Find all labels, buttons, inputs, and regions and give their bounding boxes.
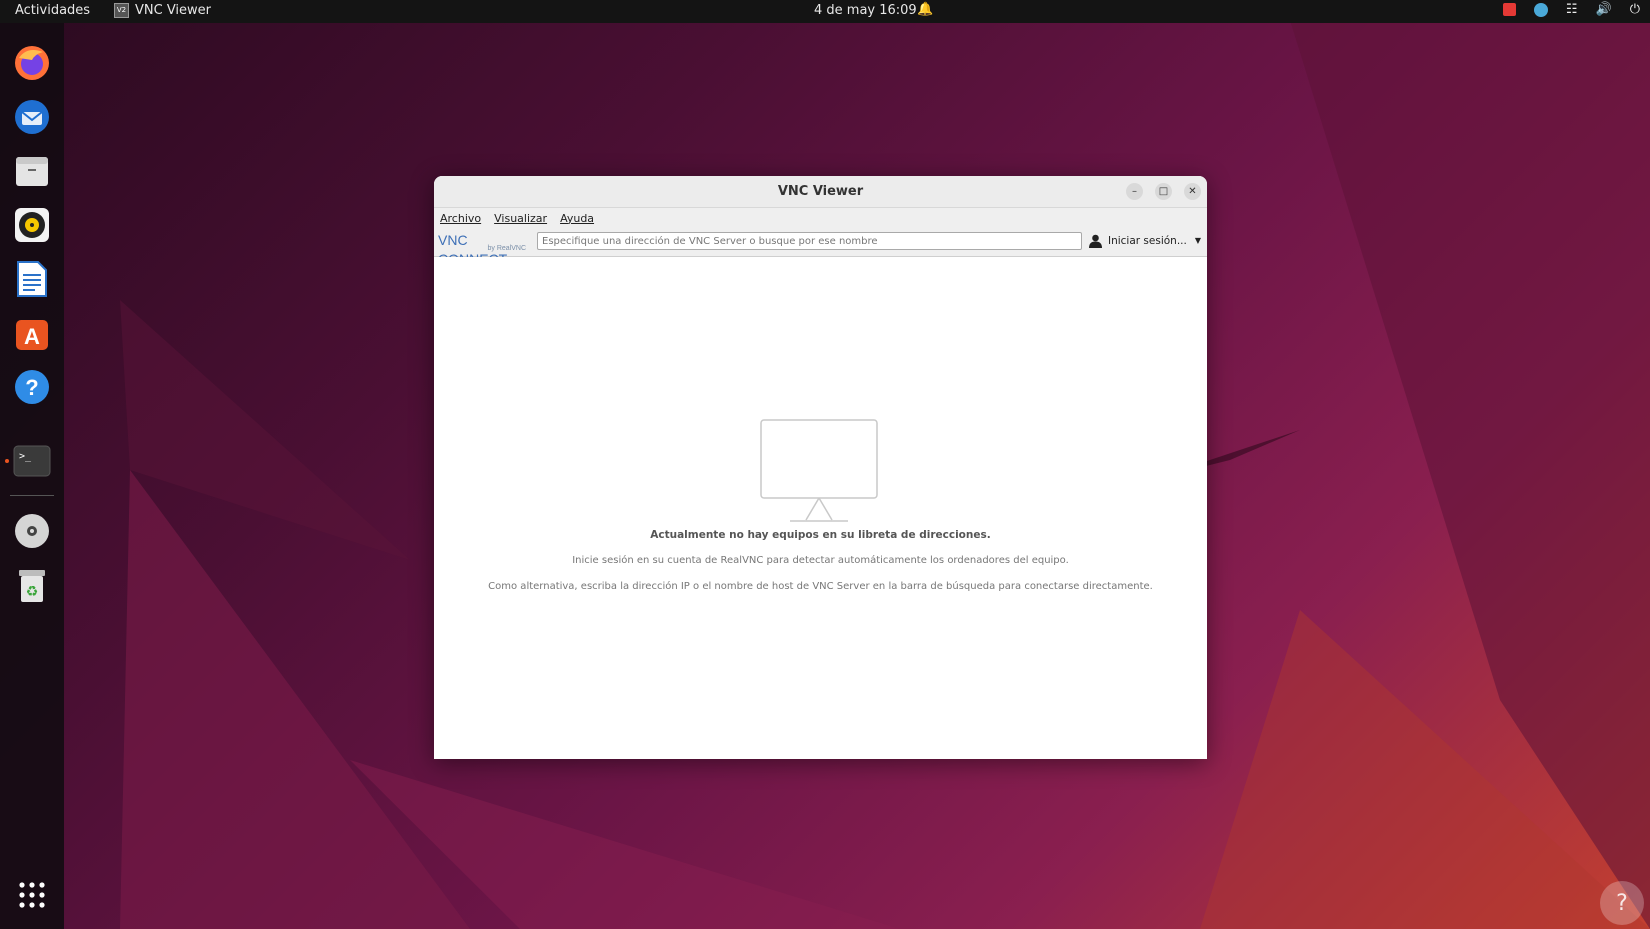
help-badge-icon: ? <box>1600 881 1644 925</box>
firefox-icon[interactable] <box>12 43 52 83</box>
search-input[interactable] <box>537 232 1082 250</box>
svg-text:A: A <box>24 324 40 349</box>
empty-state-line-2: Como alternativa, escriba la dirección I… <box>488 581 1153 592</box>
bell-icon[interactable]: 🔔 <box>917 2 933 17</box>
vnc-viewer-window: VNC Viewer – □ ✕ Archivo Visualizar Ayud… <box>434 176 1207 759</box>
dock-separator <box>10 495 54 496</box>
system-tray[interactable]: ☷ 🔊 ⏻ <box>1502 2 1640 17</box>
help-icon[interactable]: ? <box>12 367 52 407</box>
svg-text:>_: >_ <box>19 451 32 462</box>
clock[interactable]: 4 de may 16:09 <box>814 3 917 18</box>
menu-bar: Archivo Visualizar Ayuda <box>434 208 1207 228</box>
signin-button[interactable]: Iniciar sesión... ▼ <box>1088 233 1201 248</box>
svg-text:?: ? <box>25 375 38 400</box>
rhythmbox-icon[interactable] <box>12 205 52 245</box>
dock: A ? >_ ♻ <box>0 23 64 929</box>
menu-ayuda[interactable]: Ayuda <box>560 212 594 225</box>
toolbar: VNC CONNECT by RealVNC Iniciar sesión...… <box>434 228 1207 267</box>
address-book-area[interactable]: Actualmente no hay equipos en su libreta… <box>434 257 1207 759</box>
minimize-button[interactable]: – <box>1126 183 1143 200</box>
vnc-app-icon: V2 <box>114 3 129 18</box>
show-apps-icon[interactable] <box>12 875 52 915</box>
running-indicator <box>5 459 9 463</box>
logo-sub-text: by RealVNC <box>487 245 526 252</box>
vnc-viewer-tray-icon[interactable] <box>1533 2 1548 17</box>
thunderbird-icon[interactable] <box>12 97 52 137</box>
menu-archivo[interactable]: Archivo <box>440 212 481 225</box>
power-icon[interactable]: ⏻ <box>1630 2 1640 17</box>
app-name: VNC Viewer <box>135 3 212 18</box>
network-icon[interactable]: ☷ <box>1566 2 1578 17</box>
empty-state-title: Actualmente no hay equipos en su libreta… <box>650 529 991 541</box>
vnc-connect-logo: VNC CONNECT by RealVNC <box>438 230 530 267</box>
monitor-icon <box>760 419 878 522</box>
maximize-button[interactable]: □ <box>1155 183 1172 200</box>
files-icon[interactable] <box>12 151 52 191</box>
software-center-icon[interactable]: A <box>12 313 52 353</box>
trash-icon[interactable]: ♻ <box>12 565 52 605</box>
close-button[interactable]: ✕ <box>1184 183 1201 200</box>
window-title: VNC Viewer <box>777 184 864 199</box>
title-bar[interactable]: VNC Viewer – □ ✕ <box>434 176 1207 208</box>
top-bar: Actividades V2 VNC Viewer 4 de may 16:09… <box>0 0 1650 23</box>
empty-state-line-1: Inicie sesión en su cuenta de RealVNC pa… <box>572 555 1069 566</box>
user-icon <box>1088 234 1102 248</box>
activities-button[interactable]: Actividades <box>15 3 90 18</box>
volume-icon[interactable]: 🔊 <box>1596 2 1612 17</box>
menu-visualizar[interactable]: Visualizar <box>494 212 547 225</box>
terminal-icon[interactable]: >_ <box>12 441 52 481</box>
disc-icon[interactable] <box>12 511 52 551</box>
signin-label: Iniciar sesión... <box>1107 234 1187 247</box>
svg-text:♻: ♻ <box>26 584 39 600</box>
app-menu[interactable]: V2 VNC Viewer <box>114 3 211 18</box>
libreoffice-writer-icon[interactable] <box>12 259 52 299</box>
vnc-server-icon[interactable] <box>1502 3 1516 16</box>
chevron-down-icon: ▼ <box>1194 236 1201 245</box>
